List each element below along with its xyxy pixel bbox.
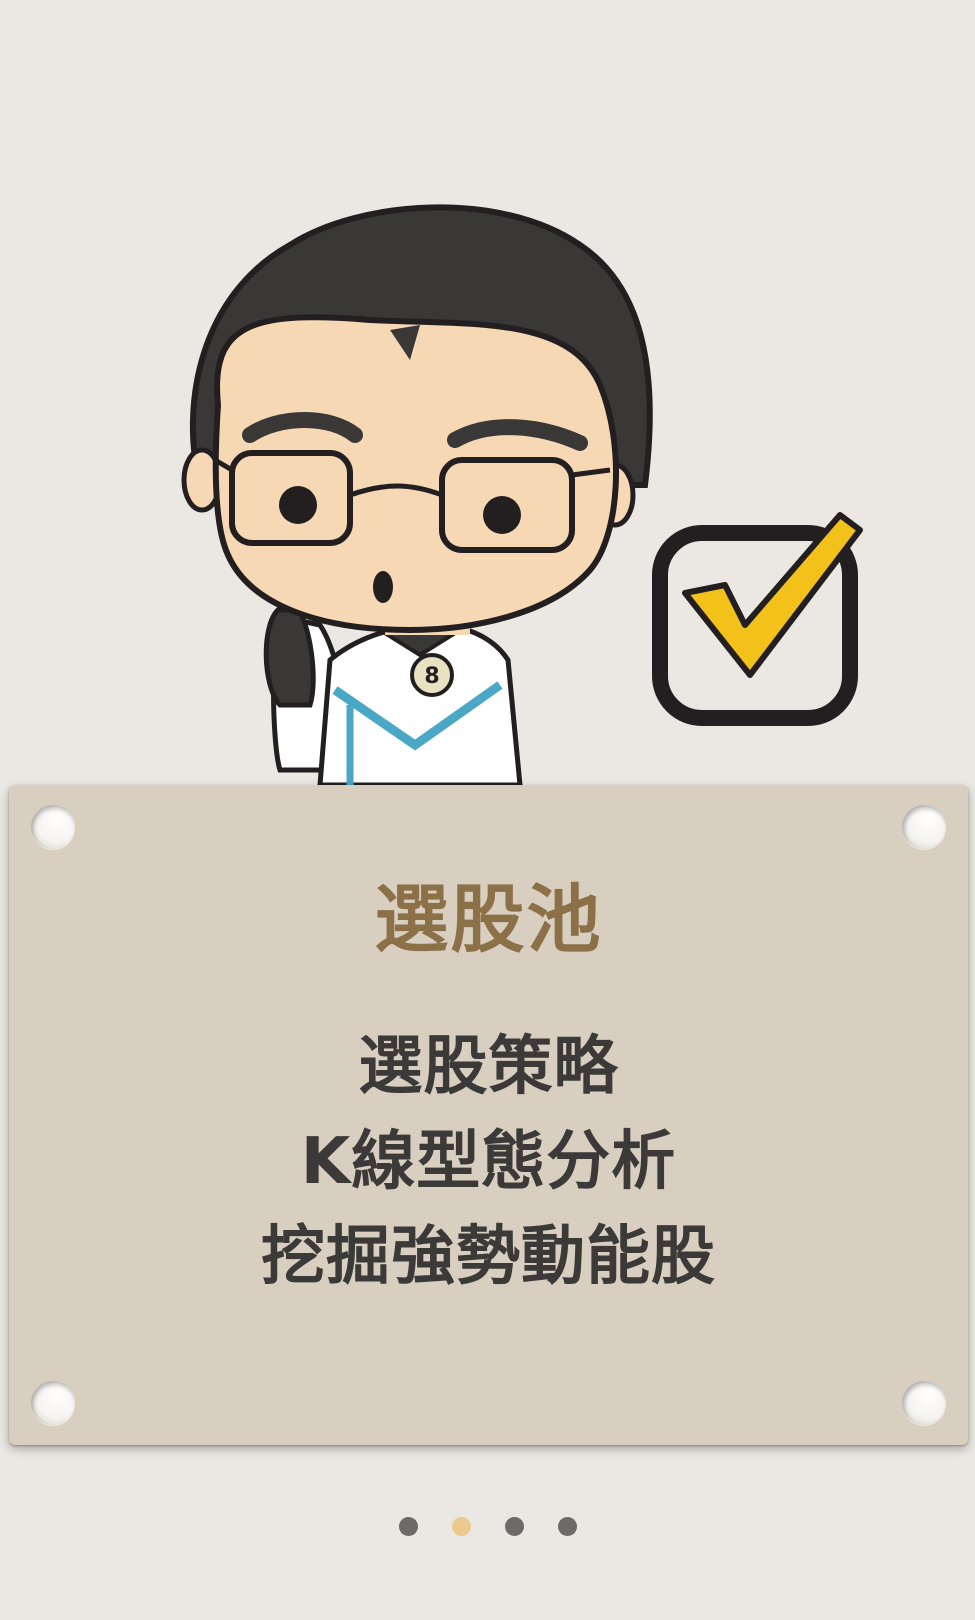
- feature-card: 選股池 選股策略 K線型態分析 挖掘強勢動能股: [9, 785, 968, 1445]
- jacket: 8: [317, 618, 523, 785]
- page-dot-1[interactable]: [398, 1517, 418, 1536]
- rivet-bottom-left: [31, 1381, 75, 1425]
- rivet-top-left: [31, 805, 75, 849]
- card-title: 選股池: [374, 877, 603, 963]
- page-indicator: [0, 1517, 975, 1536]
- description-line: 挖掘強勢動能股: [261, 1220, 716, 1294]
- mascot-illustration: 8: [170, 185, 890, 785]
- description-line: K線型態分析: [300, 1125, 677, 1199]
- card-description: 選股策略 K線型態分析 挖掘強勢動能股: [9, 1020, 968, 1305]
- head: [181, 204, 653, 634]
- rivet-bottom-right: [902, 1381, 946, 1425]
- check-box-icon: [652, 512, 863, 726]
- page-dot-4[interactable]: [557, 1517, 577, 1536]
- rivet-top-right: [902, 805, 946, 849]
- description-line: 選股策略: [358, 1030, 619, 1104]
- svg-text:8: 8: [424, 664, 439, 689]
- page-dot-3[interactable]: [504, 1517, 524, 1536]
- page-dot-2[interactable]: [451, 1517, 471, 1536]
